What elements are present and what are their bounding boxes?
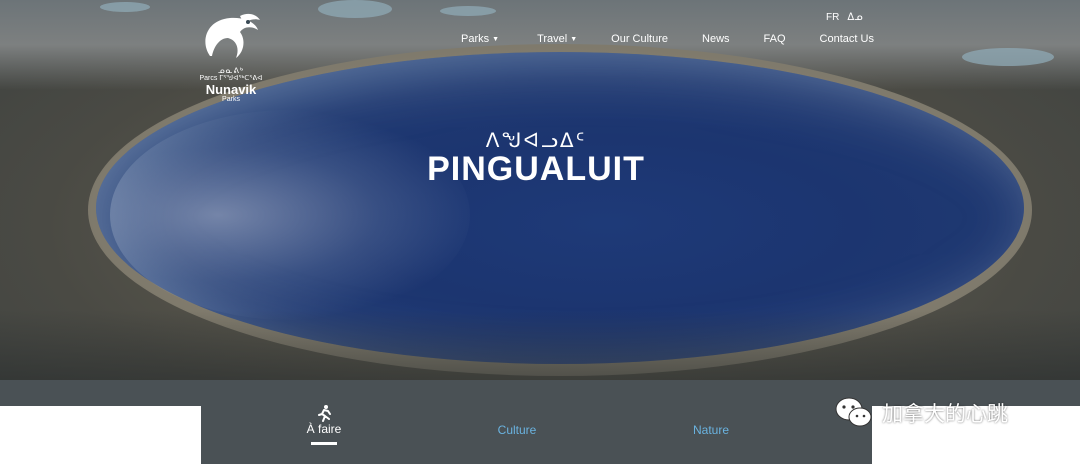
- tab-a-faire[interactable]: À faire: [301, 380, 347, 464]
- main-nav: Parks ▼ Travel ▼ Our Culture News FAQ Co…: [461, 33, 874, 45]
- nav-contact-us-label: Contact Us: [819, 33, 874, 45]
- hero-title: PINGUALUIT: [427, 150, 645, 188]
- logo-parks: Parks: [222, 96, 240, 103]
- tab-culture[interactable]: Culture: [491, 380, 543, 464]
- active-tab-underline: [311, 442, 337, 445]
- tab-nature-label: Nature: [692, 423, 730, 437]
- nav-news-label: News: [702, 33, 730, 45]
- hero-banner: [0, 0, 1080, 380]
- nav-news[interactable]: News: [702, 33, 730, 45]
- chevron-down-icon: ▼: [492, 35, 500, 43]
- lang-inuktitut-link[interactable]: ᐃᓄ: [847, 12, 862, 23]
- nav-travel-label: Travel: [537, 33, 568, 45]
- logo-syllabics: ᓄᓇᕕᒃ: [217, 66, 245, 75]
- running-person-icon: [318, 405, 331, 422]
- nav-faq[interactable]: FAQ: [764, 33, 786, 45]
- wechat-icon: [835, 397, 872, 427]
- tundra-pond: [440, 6, 496, 16]
- chevron-down-icon: ▼: [570, 35, 578, 43]
- tab-culture-label: Culture: [497, 423, 537, 437]
- wechat-watermark: 加拿大的心跳: [834, 396, 1008, 430]
- nav-our-culture-label: Our Culture: [611, 33, 669, 45]
- tundra-pond: [100, 2, 150, 12]
- tundra-pond: [318, 0, 392, 18]
- nav-our-culture[interactable]: Our Culture: [611, 33, 668, 45]
- tab-nature[interactable]: Nature: [685, 380, 737, 464]
- lang-fr-link[interactable]: FR: [826, 12, 839, 23]
- tab-a-faire-label: À faire: [306, 422, 342, 436]
- nav-parks-label: Parks: [461, 33, 490, 45]
- tundra-pond: [962, 48, 1054, 66]
- nav-faq-label: FAQ: [763, 33, 786, 45]
- logo-name: Nunavik: [205, 82, 257, 97]
- bird-logo-icon: [205, 13, 260, 58]
- nav-parks[interactable]: Parks ▼: [461, 33, 499, 45]
- watermark-text: 加拿大的心跳: [882, 402, 1008, 426]
- hero-shade: [0, 310, 1080, 380]
- language-switcher: FR ᐃᓄ: [826, 12, 863, 23]
- nav-contact-us[interactable]: Contact Us: [820, 33, 874, 45]
- site-logo[interactable]: ᓄᓇᕕᒃ Parcs ᒥᕐᖑᐊᖅᑕᕐᕕᐊ Nunavik Parks: [196, 12, 266, 104]
- nav-travel[interactable]: Travel ▼: [537, 33, 577, 45]
- activity-tab-bar: À faire Culture Nature: [201, 380, 872, 464]
